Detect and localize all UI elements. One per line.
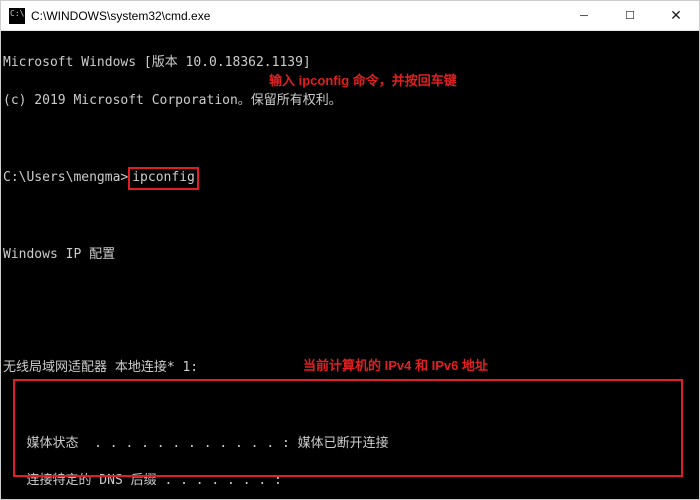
ipconfig-header: Windows IP 配置 [3,246,697,265]
window-controls: ─ ☐ ✕ [561,1,699,30]
copyright-line: (c) 2019 Microsoft Corporation。保留所有权利。 [3,92,697,111]
maximize-button[interactable]: ☐ [607,1,653,30]
annotation-command-hint: 输入 ipconfig 命令，并按回车键 [269,72,457,91]
terminal-output[interactable]: Microsoft Windows [版本 10.0.18362.1139] (… [1,31,699,499]
prompt-line-1: C:\Users\mengma>ipconfig [3,167,697,190]
cmd-window: C:\WINDOWS\system32\cmd.exe ─ ☐ ✕ Micros… [0,0,700,500]
adapter-1-dns: 连接特定的 DNS 后缀 . . . . . . . : [3,472,697,491]
adapter-1-media: 媒体状态 . . . . . . . . . . . . : 媒体已断开连接 [3,435,697,454]
version-line: Microsoft Windows [版本 10.0.18362.1139] [3,54,697,73]
command-ipconfig: ipconfig [128,167,199,190]
close-button[interactable]: ✕ [653,1,699,30]
cmd-icon [9,8,25,24]
prompt-path: C:\Users\mengma> [3,170,128,185]
annotation-ip-box [13,379,683,477]
annotation-ip-hint: 当前计算机的 IPv4 和 IPv6 地址 [303,357,488,376]
minimize-button[interactable]: ─ [561,1,607,30]
titlebar: C:\WINDOWS\system32\cmd.exe ─ ☐ ✕ [1,1,699,31]
window-title: C:\WINDOWS\system32\cmd.exe [31,9,561,23]
